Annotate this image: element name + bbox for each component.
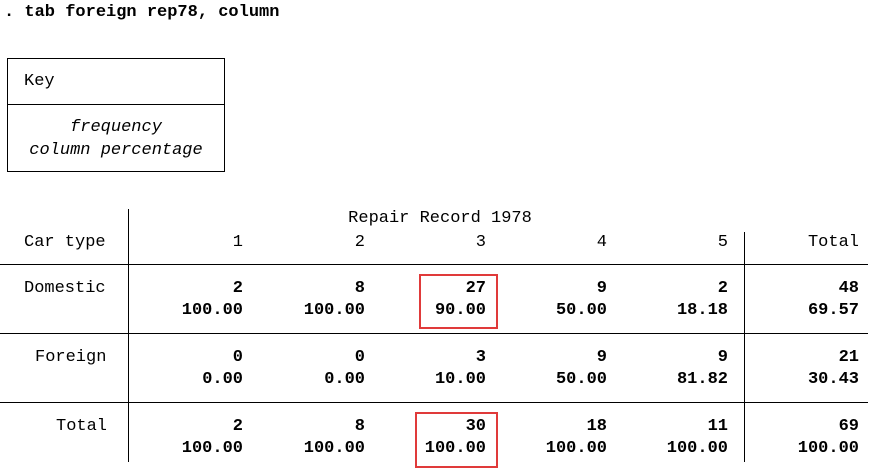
cell-total-pct: 30.43 <box>807 370 859 389</box>
highlight-total-rep3 <box>415 412 498 468</box>
cell-pct: 100.00 <box>181 301 243 320</box>
col-header-total: Total <box>807 233 859 252</box>
key-line-frequency: frequency <box>70 118 162 137</box>
cell-pct: 100.00 <box>181 439 243 458</box>
key-divider <box>8 104 224 105</box>
cell-pct: 50.00 <box>555 301 607 320</box>
col-header-4: 4 <box>596 233 607 252</box>
column-variable-label: Repair Record 1978 <box>348 209 532 228</box>
command-line: . tab foreign rep78, column <box>4 3 280 22</box>
col-header-1: 1 <box>232 233 243 252</box>
header-rule <box>0 264 868 265</box>
cell-freq: 2 <box>717 279 728 298</box>
cell-freq: 8 <box>354 417 365 436</box>
row-rule-1 <box>0 333 868 334</box>
row-rule-2 <box>0 402 868 403</box>
cell-total-freq: 69 <box>838 417 859 436</box>
cell-freq: 2 <box>232 279 243 298</box>
cell-pct: 0.00 <box>324 370 365 389</box>
cell-pct: 50.00 <box>555 370 607 389</box>
cell-total-freq: 48 <box>838 279 859 298</box>
cell-pct: 100.00 <box>545 439 607 458</box>
row-label-total: Total <box>56 417 108 436</box>
cell-freq: 8 <box>354 279 365 298</box>
key-line-column-percentage: column percentage <box>29 141 203 160</box>
col-header-3: 3 <box>475 233 486 252</box>
key-box: Key frequency column percentage <box>7 58 225 172</box>
cell-freq: 9 <box>596 279 607 298</box>
cell-total-pct: 100.00 <box>797 439 859 458</box>
cell-freq: 11 <box>707 417 728 436</box>
cell-freq: 9 <box>596 348 607 367</box>
cell-freq: 18 <box>586 417 607 436</box>
total-column-separator <box>744 232 745 462</box>
cell-freq: 0 <box>232 348 243 367</box>
cell-pct: 10.00 <box>434 370 486 389</box>
cell-total-freq: 21 <box>838 348 859 367</box>
cell-pct: 0.00 <box>202 370 243 389</box>
highlight-domestic-rep3 <box>419 274 498 329</box>
cell-total-pct: 69.57 <box>807 301 859 320</box>
row-label-separator <box>128 209 129 462</box>
key-title: Key <box>24 72 55 91</box>
cell-pct: 100.00 <box>303 439 365 458</box>
cell-pct: 81.82 <box>676 370 728 389</box>
cell-pct: 100.00 <box>666 439 728 458</box>
cell-pct: 100.00 <box>303 301 365 320</box>
row-label-domestic: Domestic <box>24 279 106 298</box>
cell-freq: 3 <box>475 348 486 367</box>
cell-freq: 9 <box>717 348 728 367</box>
cell-freq: 2 <box>232 417 243 436</box>
row-variable-label: Car type <box>24 233 106 252</box>
cell-freq: 0 <box>354 348 365 367</box>
row-label-foreign: Foreign <box>35 348 107 367</box>
col-header-5: 5 <box>717 233 728 252</box>
col-header-2: 2 <box>354 233 365 252</box>
cell-pct: 18.18 <box>676 301 728 320</box>
